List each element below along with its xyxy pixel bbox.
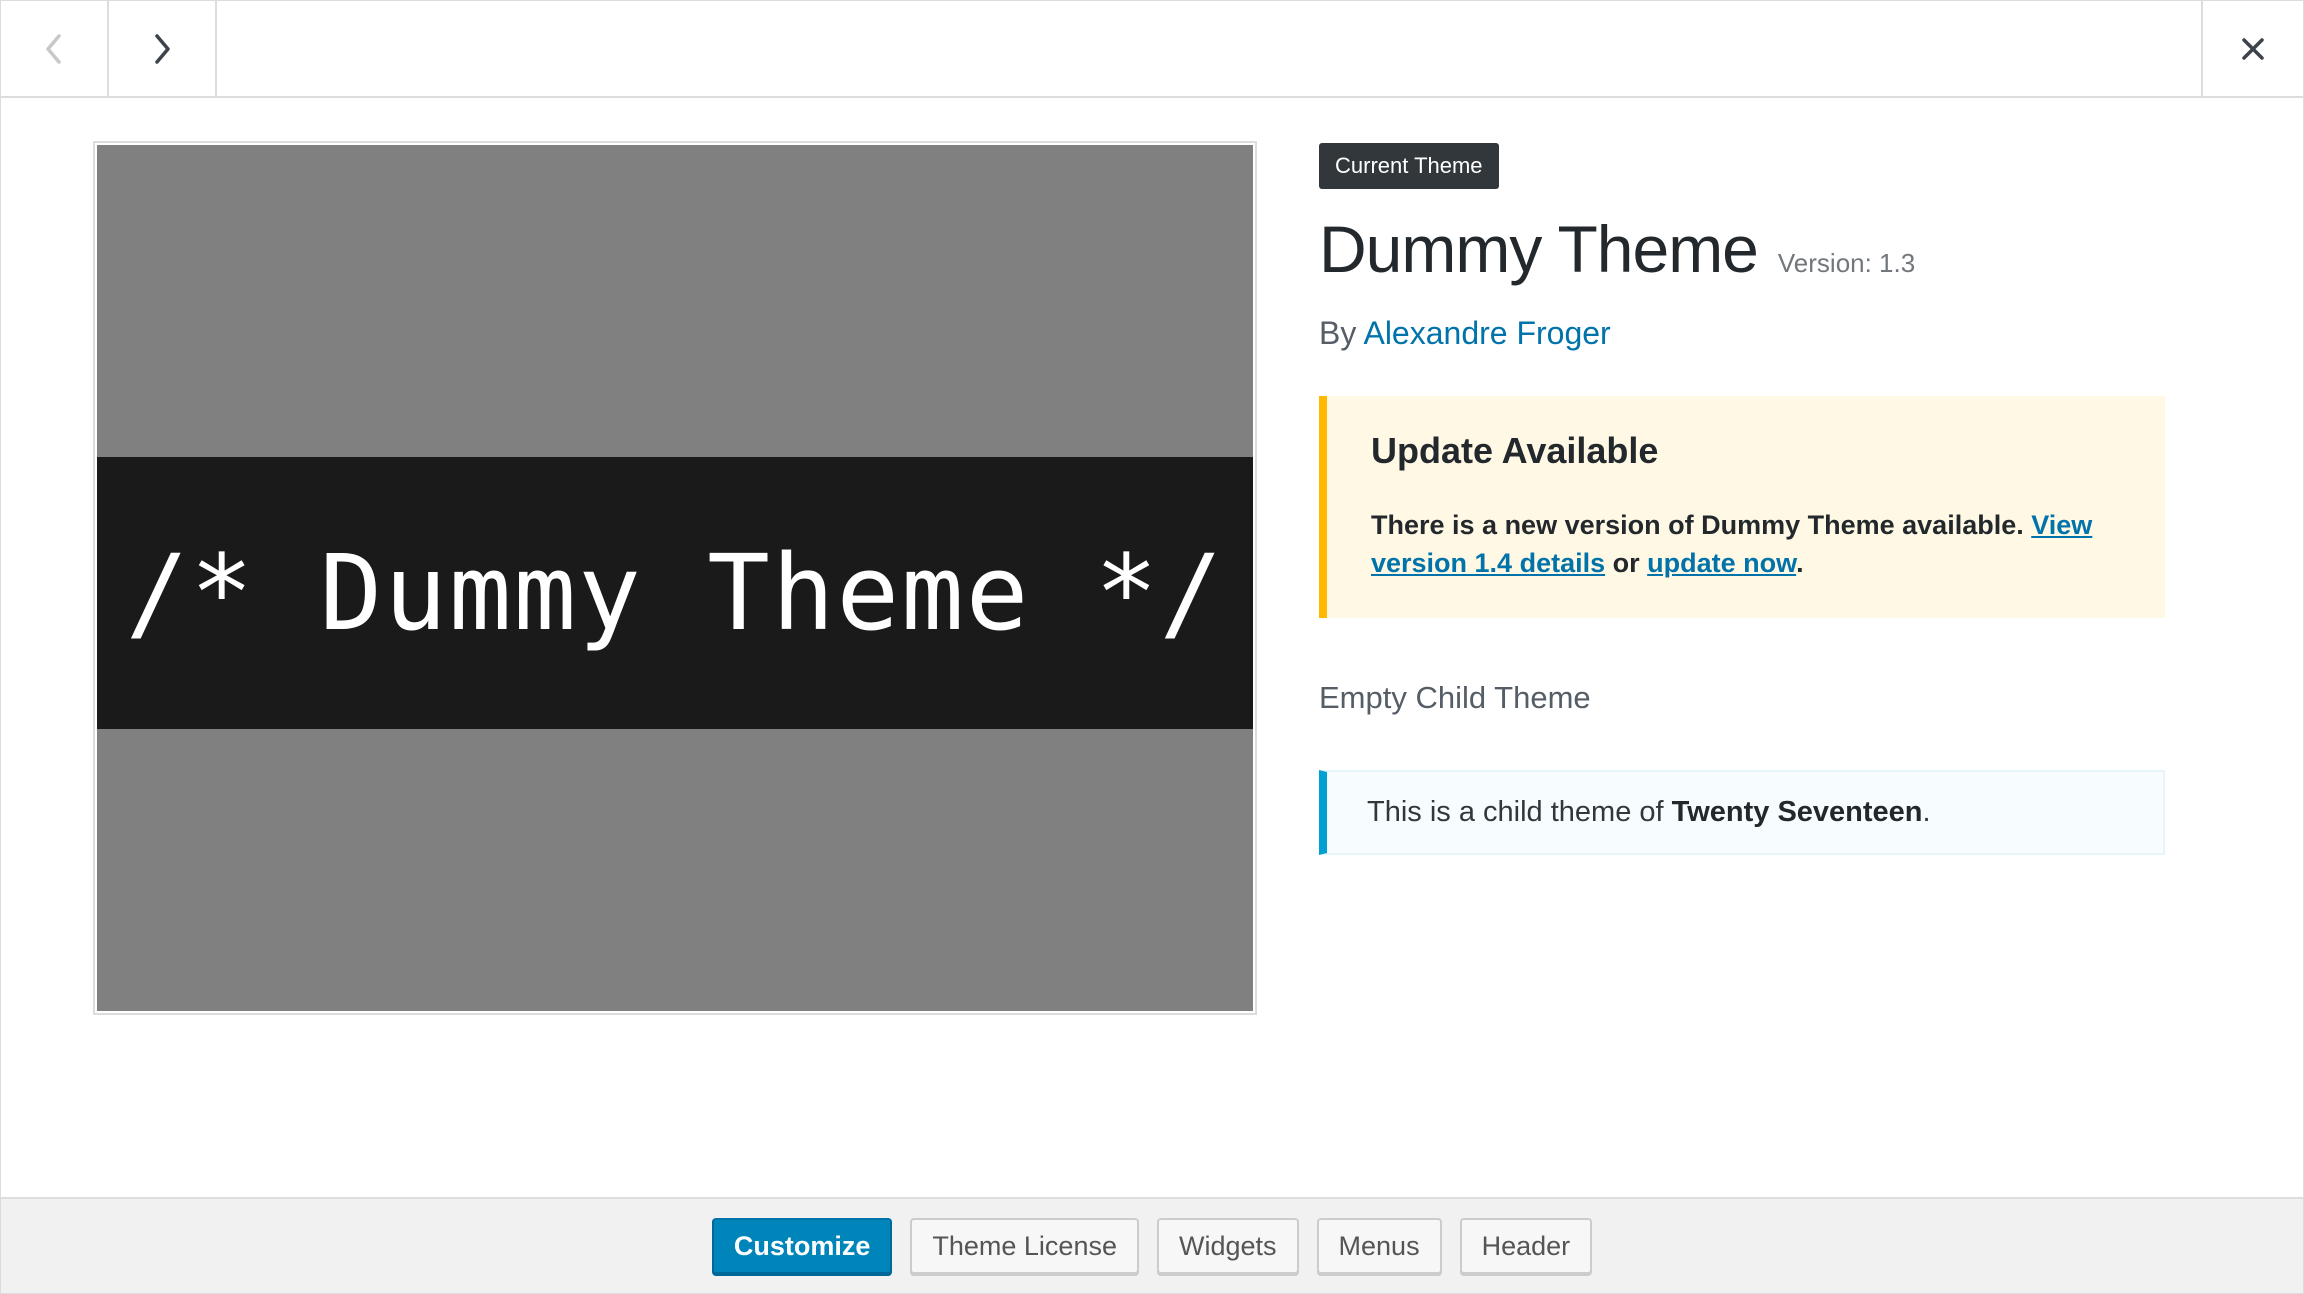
widgets-button[interactable]: Widgets	[1156, 1218, 1299, 1274]
theme-description: Empty Child Theme	[1319, 680, 1591, 715]
theme-screenshot: /* Dummy Theme */	[93, 141, 1257, 1015]
customize-button[interactable]: Customize	[711, 1218, 893, 1274]
update-message: There is a new version of Dummy Theme av…	[1371, 506, 2125, 582]
current-theme-badge: Current Theme	[1319, 143, 1499, 189]
parent-theme-notice: This is a child theme of Twenty Seventee…	[1319, 770, 2165, 855]
author-link[interactable]: Alexandre Froger	[1363, 315, 1610, 351]
header-button[interactable]: Header	[1459, 1218, 1593, 1274]
update-now-link[interactable]: update now	[1647, 548, 1796, 578]
parent-theme-name: Twenty Seventeen	[1671, 796, 1923, 828]
theme-name: Dummy Theme	[1319, 212, 1759, 286]
previous-theme-button[interactable]	[1, 1, 109, 96]
next-theme-button[interactable]	[109, 1, 217, 96]
close-modal-button[interactable]	[2201, 1, 2303, 96]
theme-version: Version: 1.3	[1777, 248, 1916, 278]
theme-info: Current Theme Dummy Theme Version: 1.3 B…	[1319, 143, 2165, 855]
theme-author: By Alexandre Froger	[1319, 315, 2165, 352]
screenshot-text: /* Dummy Theme */	[125, 532, 1225, 654]
close-icon	[2242, 37, 2264, 60]
screenshot-band: /* Dummy Theme */	[97, 457, 1253, 729]
parent-text-after: .	[1922, 796, 1931, 828]
update-text-after: .	[1796, 548, 1804, 578]
screenshot-image: /* Dummy Theme */	[97, 145, 1253, 1011]
author-prefix: By	[1319, 315, 1357, 351]
update-text-before: There is a new version of Dummy Theme av…	[1371, 510, 2032, 540]
theme-details-modal: /* Dummy Theme */ Current Theme Dummy Th…	[0, 0, 2304, 1294]
theme-title-row: Dummy Theme Version: 1.3	[1319, 211, 2165, 287]
parent-text-before: This is a child theme of	[1367, 796, 1672, 828]
theme-actions: Customize Theme License Widgets Menus He…	[1, 1197, 2303, 1293]
chevron-left-icon	[46, 33, 61, 64]
update-notice: Update Available There is a new version …	[1319, 396, 2165, 618]
update-text-mid: or	[1605, 548, 1648, 578]
menus-button[interactable]: Menus	[1316, 1218, 1442, 1274]
chevron-right-icon	[155, 33, 170, 64]
update-heading: Update Available	[1371, 430, 1659, 471]
modal-header	[1, 1, 2303, 98]
theme-license-button[interactable]: Theme License	[910, 1218, 1139, 1274]
